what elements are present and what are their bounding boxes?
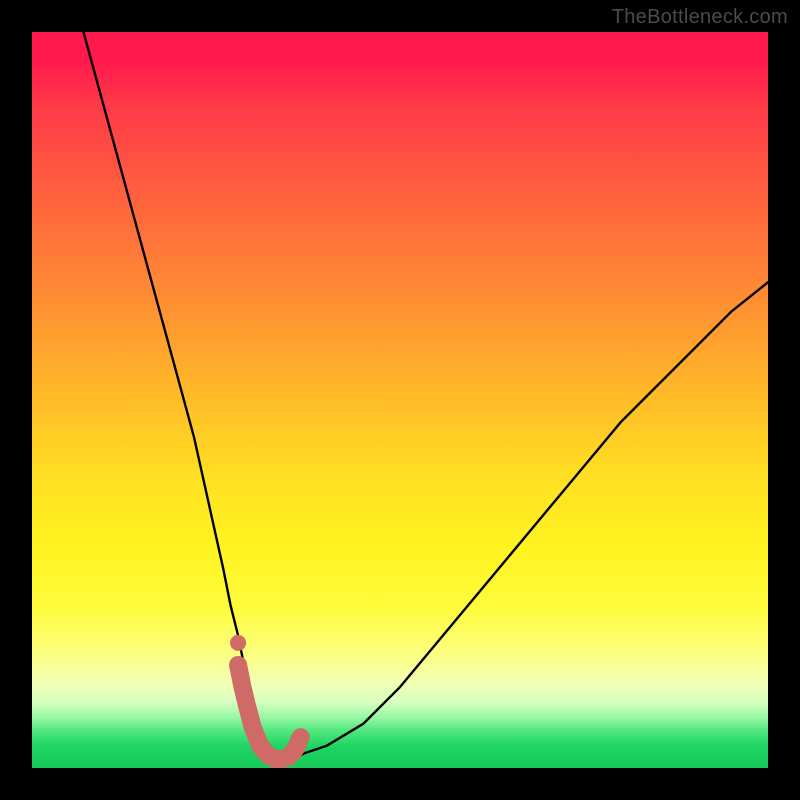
marker-dot (230, 635, 246, 651)
marker-segment (238, 665, 301, 759)
chart-stage: TheBottleneck.com (0, 0, 800, 800)
bottleneck-curve (84, 32, 768, 761)
curve-layer (32, 32, 768, 768)
watermark-text: TheBottleneck.com (612, 6, 788, 29)
plot-area (32, 32, 768, 768)
